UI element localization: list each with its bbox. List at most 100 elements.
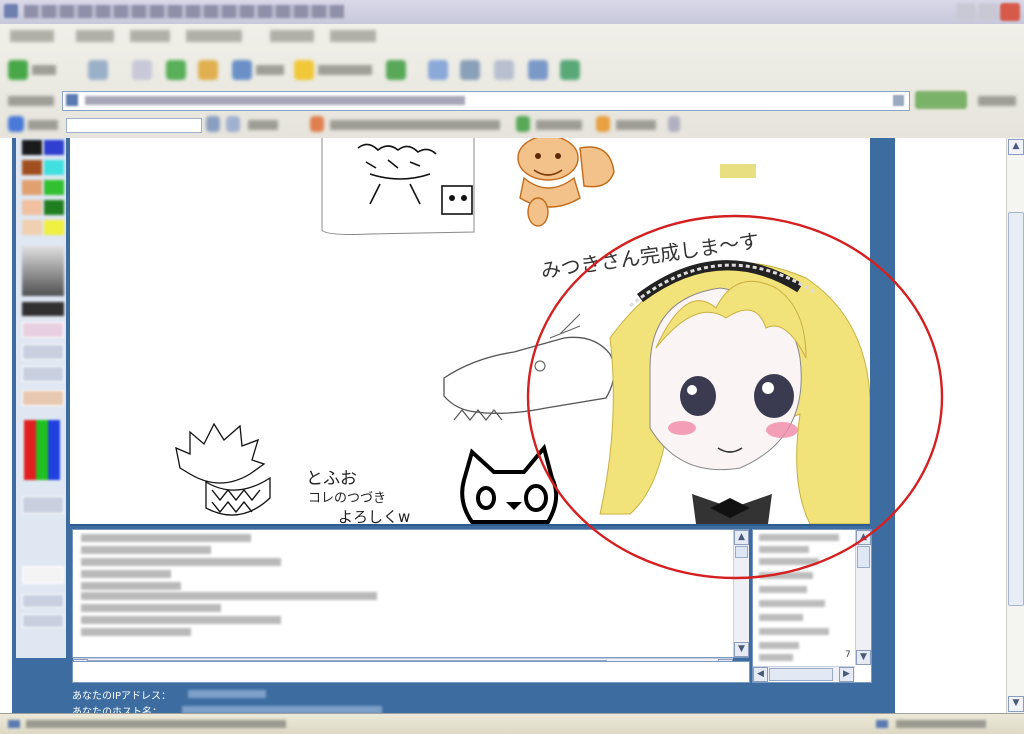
links-label	[978, 96, 1016, 106]
address-bar	[0, 90, 1024, 112]
user-scroll-thumb[interactable]	[857, 546, 870, 568]
menu-favorites[interactable]	[186, 30, 242, 42]
swatch-peach[interactable]	[22, 200, 42, 215]
chat-line	[81, 604, 221, 612]
eye-right	[754, 374, 794, 418]
page-scroll-up-icon[interactable]: ▲	[1008, 139, 1024, 155]
page-vertical-scrollbar[interactable]: ▲ ▼	[1006, 138, 1024, 713]
search-label	[256, 65, 284, 75]
scroll-down-icon[interactable]: ▼	[734, 642, 749, 657]
edit-icon[interactable]	[494, 60, 514, 80]
tool-button-4[interactable]	[22, 390, 64, 406]
address-label	[8, 96, 54, 106]
tool-button-3[interactable]	[22, 366, 64, 382]
user-item[interactable]	[759, 642, 799, 649]
user-scroll-up-icon[interactable]: ▲	[856, 530, 871, 545]
chat-log[interactable]: ▲ ▼ ◀ ||| ▶	[72, 529, 749, 674]
favorites-star-icon[interactable]	[294, 60, 314, 80]
refresh-icon[interactable]	[166, 60, 186, 80]
menu-view[interactable]	[130, 30, 170, 42]
user-list-horizontal-scrollbar[interactable]: ◀ ▶	[753, 666, 855, 682]
swatch-brown[interactable]	[22, 160, 42, 175]
gray-gradient-slider[interactable]	[22, 246, 64, 296]
user-item[interactable]	[759, 654, 793, 661]
user-scroll-down-icon[interactable]: ▼	[856, 650, 871, 665]
swatch-tan[interactable]	[22, 180, 42, 195]
layer-button[interactable]	[22, 566, 64, 584]
user-item[interactable]	[759, 628, 829, 635]
swatch-cyan[interactable]	[44, 160, 64, 175]
tool-button-1[interactable]	[22, 322, 64, 338]
swatch-green[interactable]	[44, 180, 64, 195]
swatch-skin[interactable]	[22, 220, 42, 235]
page-scroll-down-icon[interactable]: ▼	[1008, 696, 1024, 712]
pen-size-slider[interactable]	[22, 302, 64, 316]
chat-scroll-thumb[interactable]	[735, 546, 748, 558]
doodle-text-3: よろしくw	[338, 508, 410, 524]
go-button[interactable]	[915, 91, 967, 109]
stop-icon[interactable]	[132, 60, 152, 80]
forward-icon[interactable]	[88, 60, 108, 80]
menu-file[interactable]	[10, 30, 54, 42]
user-item[interactable]	[759, 534, 839, 541]
user-item[interactable]	[759, 614, 803, 621]
dropdown-arrow-icon[interactable]	[893, 95, 904, 106]
tool-icon-3[interactable]	[516, 116, 530, 132]
search-icon[interactable]	[232, 60, 252, 80]
page-icon	[66, 94, 78, 106]
toolbar-chevron-icon[interactable]	[668, 116, 680, 132]
links-toolbar	[0, 114, 1024, 136]
messenger-icon[interactable]	[560, 60, 580, 80]
oekaki-chat-app: みつきさん完成しま～す とふお コレのつづき よろしくw ▲ ▼ 7 ▲ ▼ ◀…	[12, 138, 895, 713]
user-list[interactable]: 7 ▲ ▼ ◀ ▶	[752, 529, 872, 683]
user-item[interactable]	[759, 572, 813, 579]
back-icon[interactable]	[8, 60, 28, 80]
save-button[interactable]	[22, 614, 64, 628]
search-engine-icon[interactable]	[8, 116, 24, 132]
tool-icon-2[interactable]	[310, 116, 324, 132]
zone-text	[896, 720, 986, 728]
chat-message-input[interactable]	[72, 661, 750, 683]
mail-icon[interactable]	[428, 60, 448, 80]
discuss-icon[interactable]	[528, 60, 548, 80]
user-scroll-right-icon[interactable]: ▶	[839, 667, 854, 682]
clear-button[interactable]	[22, 594, 64, 608]
maximize-button[interactable]	[978, 3, 998, 21]
search-engine-label	[28, 120, 58, 130]
home-icon[interactable]	[198, 60, 218, 80]
print-icon[interactable]	[460, 60, 480, 80]
search-go-icon[interactable]	[206, 116, 220, 132]
host-name-value	[182, 706, 382, 713]
menu-tools[interactable]	[270, 30, 314, 42]
address-input[interactable]	[62, 91, 910, 111]
user-item[interactable]	[759, 600, 825, 607]
minimize-button[interactable]	[956, 3, 976, 21]
user-item[interactable]	[759, 546, 809, 553]
tool-button-2[interactable]	[22, 344, 64, 360]
eye-left	[680, 376, 716, 416]
user-hscroll-thumb[interactable]	[769, 668, 833, 681]
user-item[interactable]	[759, 558, 819, 565]
menu-edit[interactable]	[76, 30, 114, 42]
undo-button[interactable]	[22, 496, 64, 514]
chat-vertical-scrollbar[interactable]: ▲ ▼	[733, 530, 749, 657]
user-item[interactable]	[759, 586, 807, 593]
user-list-vertical-scrollbar[interactable]: ▲ ▼	[855, 530, 871, 665]
swatch-blue[interactable]	[44, 140, 64, 155]
swatch-dark-green[interactable]	[44, 200, 64, 215]
swatch-yellow[interactable]	[44, 220, 64, 235]
tool-icon-4[interactable]	[596, 116, 610, 132]
history-icon[interactable]	[386, 60, 406, 80]
drawing-canvas[interactable]: みつきさん完成しま～す とふお コレのつづき よろしくw	[70, 138, 870, 526]
scroll-up-icon[interactable]: ▲	[734, 530, 749, 545]
tool-icon-1[interactable]	[226, 116, 240, 132]
toolbar-search-input[interactable]	[66, 118, 202, 133]
chat-line	[81, 546, 211, 554]
swatch-black[interactable]	[22, 140, 42, 155]
menu-help[interactable]	[330, 30, 376, 42]
page-scroll-thumb[interactable]	[1008, 212, 1024, 606]
rgb-slider[interactable]	[24, 420, 60, 480]
window-title	[24, 5, 344, 18]
user-scroll-left-icon[interactable]: ◀	[753, 667, 768, 682]
close-button[interactable]	[1000, 3, 1020, 21]
